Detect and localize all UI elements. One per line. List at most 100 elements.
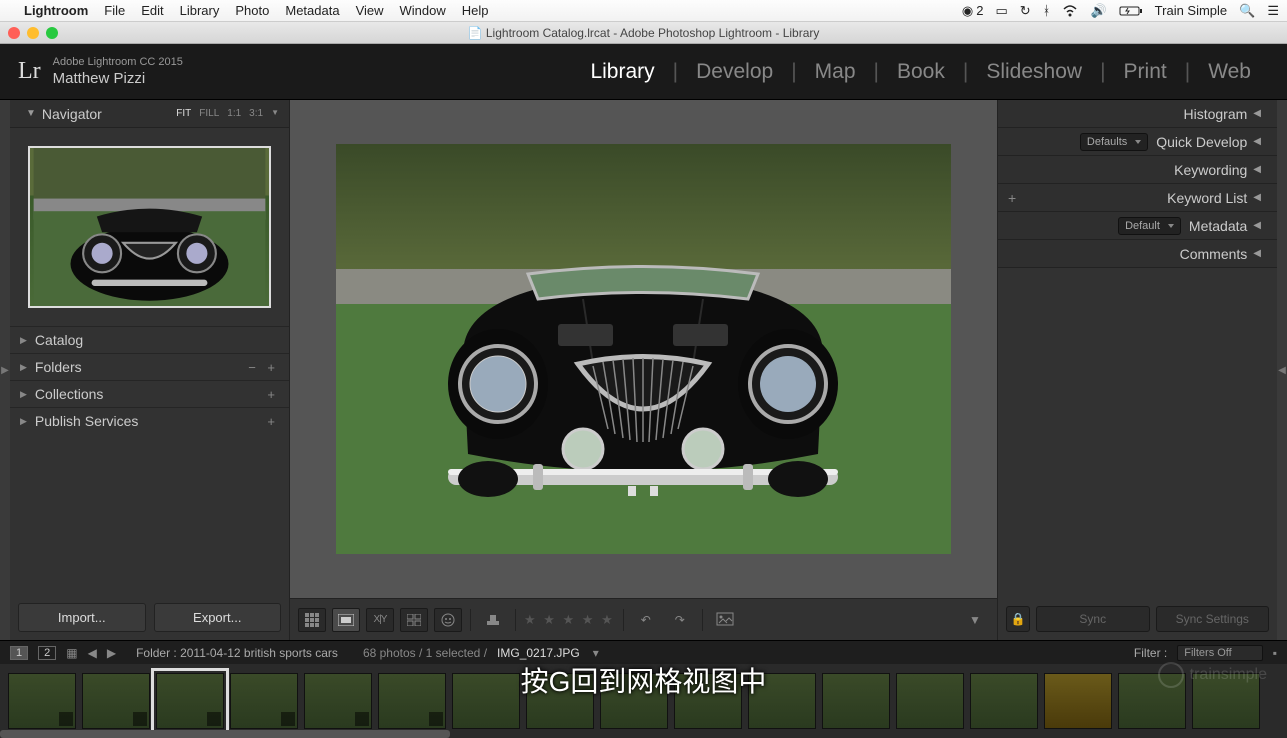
timemachine-icon[interactable]: ↻ (1020, 3, 1031, 19)
collections-item[interactable]: ▶Collections+ (10, 380, 289, 407)
chevron-down-icon[interactable]: ▾ (593, 646, 599, 660)
right-panel-grip[interactable]: ◀ (1277, 100, 1287, 640)
module-web[interactable]: Web (1190, 60, 1269, 84)
film-thumb[interactable] (896, 673, 964, 729)
module-book[interactable]: Book (879, 60, 963, 84)
compare-view-button[interactable]: X|Y (366, 608, 394, 632)
grid-view-button[interactable] (298, 608, 326, 632)
module-library[interactable]: Library (572, 60, 672, 84)
close-button[interactable] (8, 27, 20, 39)
menu-file[interactable]: File (104, 3, 125, 18)
menu-edit[interactable]: Edit (141, 3, 163, 18)
export-button[interactable]: Export... (154, 603, 282, 632)
menu-extras-icon[interactable]: ☰ (1267, 3, 1279, 19)
breadcrumb-path[interactable]: Folder : 2011-04-12 british sports cars (136, 646, 338, 660)
folders-item[interactable]: ▶Folders− + (10, 353, 289, 380)
film-thumb[interactable] (674, 673, 742, 729)
people-view-button[interactable] (434, 608, 462, 632)
rotate-ccw-button[interactable]: ↶ (632, 608, 660, 632)
bluetooth-icon[interactable]: ᚼ (1043, 3, 1051, 18)
prev-button[interactable]: ◀ (88, 646, 97, 660)
module-map[interactable]: Map (797, 60, 874, 84)
survey-view-button[interactable] (400, 608, 428, 632)
module-print[interactable]: Print (1106, 60, 1185, 84)
grid-icon[interactable]: ▦ (66, 646, 77, 660)
wifi-icon[interactable] (1062, 5, 1078, 17)
film-thumb-selected[interactable] (156, 673, 224, 729)
keyword-list-header[interactable]: +Keyword List◀ (998, 184, 1277, 212)
loupe-view-button[interactable] (332, 608, 360, 632)
film-thumb[interactable] (748, 673, 816, 729)
photo-count: 68 photos / 1 selected / (363, 646, 487, 660)
module-slideshow[interactable]: Slideshow (968, 60, 1100, 84)
add-keyword-button[interactable]: + (1008, 190, 1016, 206)
rating-stars[interactable]: ★ ★ ★ ★ ★ (524, 612, 615, 628)
next-button[interactable]: ▶ (107, 646, 116, 660)
monitor-2-button[interactable]: 2 (38, 646, 56, 660)
monitor-1-button[interactable]: 1 (10, 646, 28, 660)
film-thumb[interactable] (452, 673, 520, 729)
zoom-button[interactable] (46, 27, 58, 39)
publish-services-item[interactable]: ▶Publish Services+ (10, 407, 289, 434)
catalog-item[interactable]: ▶Catalog (10, 326, 289, 353)
sync-button[interactable]: Sync (1036, 606, 1150, 632)
nav-fill[interactable]: FILL (199, 108, 219, 119)
menu-help[interactable]: Help (462, 3, 489, 18)
left-panel-grip[interactable]: ▶ (0, 100, 10, 640)
chevron-down-icon[interactable]: ▼ (271, 108, 279, 119)
filter-dropdown[interactable]: Filters Off (1177, 645, 1262, 661)
publish-add[interactable]: + (267, 414, 279, 429)
loupe-preview[interactable] (336, 144, 951, 554)
folders-add-remove[interactable]: − + (248, 360, 279, 375)
film-thumb[interactable] (526, 673, 594, 729)
nav-fit[interactable]: FIT (176, 108, 191, 119)
signed-in-user[interactable]: Matthew Pizzi (53, 69, 183, 89)
metadata-preset-dropdown[interactable]: Default (1118, 217, 1181, 235)
menu-photo[interactable]: Photo (235, 3, 269, 18)
slideshow-button[interactable] (711, 608, 739, 632)
navigator-thumbnail[interactable] (28, 146, 271, 308)
filter-lock-icon[interactable]: ▪ (1273, 646, 1277, 660)
filmstrip[interactable] (0, 664, 1287, 738)
film-thumb[interactable] (970, 673, 1038, 729)
menu-metadata[interactable]: Metadata (285, 3, 339, 18)
film-thumb[interactable] (304, 673, 372, 729)
navigator-header[interactable]: ▼ Navigator FIT FILL 1:1 3:1 ▼ (10, 100, 289, 128)
quick-develop-preset-dropdown[interactable]: Defaults (1080, 133, 1148, 151)
film-thumb[interactable] (230, 673, 298, 729)
film-thumb[interactable] (82, 673, 150, 729)
cloud-status-icon[interactable]: ◉ 2 (962, 3, 984, 19)
film-thumb[interactable] (1044, 673, 1112, 729)
spotlight-icon[interactable]: 🔍 (1239, 3, 1255, 19)
menubar-user[interactable]: Train Simple (1155, 3, 1227, 18)
film-thumb[interactable] (378, 673, 446, 729)
import-button[interactable]: Import... (18, 603, 146, 632)
nav-1to1[interactable]: 1:1 (227, 108, 241, 119)
module-develop[interactable]: Develop (678, 60, 791, 84)
nav-3to1[interactable]: 3:1 (249, 108, 263, 119)
traffic-lights[interactable] (8, 27, 58, 39)
quick-develop-header[interactable]: DefaultsQuick Develop◀ (998, 128, 1277, 156)
sync-lock-button[interactable]: 🔒 (1006, 606, 1030, 632)
menu-view[interactable]: View (356, 3, 384, 18)
film-thumb[interactable] (822, 673, 890, 729)
menubar-app[interactable]: Lightroom (24, 3, 88, 18)
film-thumb[interactable] (600, 673, 668, 729)
menu-library[interactable]: Library (180, 3, 220, 18)
menu-window[interactable]: Window (400, 3, 446, 18)
keywording-header[interactable]: Keywording◀ (998, 156, 1277, 184)
filmstrip-scrollbar[interactable] (0, 730, 450, 738)
painter-button[interactable] (479, 608, 507, 632)
comments-header[interactable]: Comments◀ (998, 240, 1277, 268)
battery-icon[interactable] (1119, 5, 1143, 17)
rotate-cw-button[interactable]: ↷ (666, 608, 694, 632)
minimize-button[interactable] (27, 27, 39, 39)
sync-settings-button[interactable]: Sync Settings (1156, 606, 1270, 632)
collections-add[interactable]: + (267, 387, 279, 402)
toolbar-menu-button[interactable]: ▼ (961, 608, 989, 632)
histogram-header[interactable]: Histogram◀ (998, 100, 1277, 128)
film-thumb[interactable] (8, 673, 76, 729)
airplay-icon[interactable]: ▭ (995, 3, 1007, 19)
metadata-header[interactable]: DefaultMetadata◀ (998, 212, 1277, 240)
volume-icon[interactable]: 🔊 (1090, 3, 1106, 19)
